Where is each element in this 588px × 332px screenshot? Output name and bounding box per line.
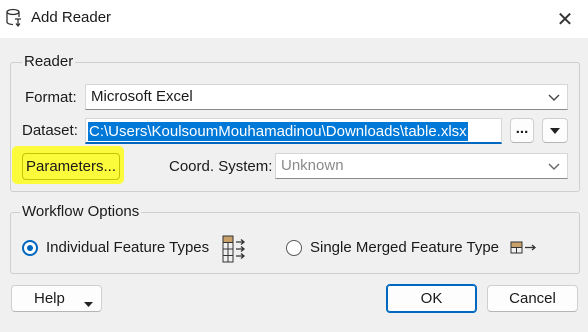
caret-down-icon [550, 122, 560, 139]
reader-group-label: Reader [22, 53, 76, 70]
browse-label: ... [515, 120, 529, 137]
help-label: Help [34, 290, 65, 307]
chevron-down-icon [548, 89, 560, 113]
workflow-group-label: Workflow Options [20, 203, 142, 220]
format-dropdown[interactable]: Microsoft Excel [85, 84, 568, 110]
individual-feature-types-label[interactable]: Individual Feature Types [46, 239, 209, 256]
ok-label: OK [420, 290, 443, 307]
window-title: Add Reader [31, 9, 112, 26]
single-merged-feature-type-icon [510, 240, 538, 260]
title-bar: Add Reader ✕ [0, 0, 588, 38]
single-merged-feature-type-label[interactable]: Single Merged Feature Type [310, 239, 499, 256]
caret-down-icon [84, 295, 93, 312]
coord-system-dropdown[interactable]: Unknown [275, 153, 568, 179]
parameters-button[interactable]: Parameters... [22, 153, 120, 180]
dataset-options-button[interactable] [542, 118, 568, 143]
cancel-label: Cancel [509, 290, 556, 307]
coord-system-label: Coord. System: [169, 158, 273, 175]
dataset-value: C:\Users\KoulsoumMouhamadinou\Downloads\… [88, 122, 468, 141]
dataset-label: Dataset: [22, 122, 78, 139]
browse-button[interactable]: ... [510, 118, 534, 143]
single-merged-feature-type-radio[interactable] [286, 240, 302, 256]
help-button[interactable]: Help [11, 285, 102, 312]
format-value: Microsoft Excel [91, 88, 193, 105]
reader-database-icon [5, 8, 23, 32]
close-icon: ✕ [556, 8, 574, 31]
individual-feature-types-icon [222, 235, 250, 267]
ok-button[interactable]: OK [386, 284, 477, 313]
individual-feature-types-radio[interactable] [22, 240, 38, 256]
coord-system-value: Unknown [281, 157, 344, 174]
dataset-input[interactable]: C:\Users\KoulsoumMouhamadinou\Downloads\… [85, 118, 502, 144]
chevron-down-icon [548, 158, 560, 182]
cancel-button[interactable]: Cancel [487, 285, 578, 312]
close-button[interactable]: ✕ [542, 0, 588, 38]
format-label: Format: [25, 89, 77, 106]
parameters-label: Parameters... [25, 158, 117, 175]
